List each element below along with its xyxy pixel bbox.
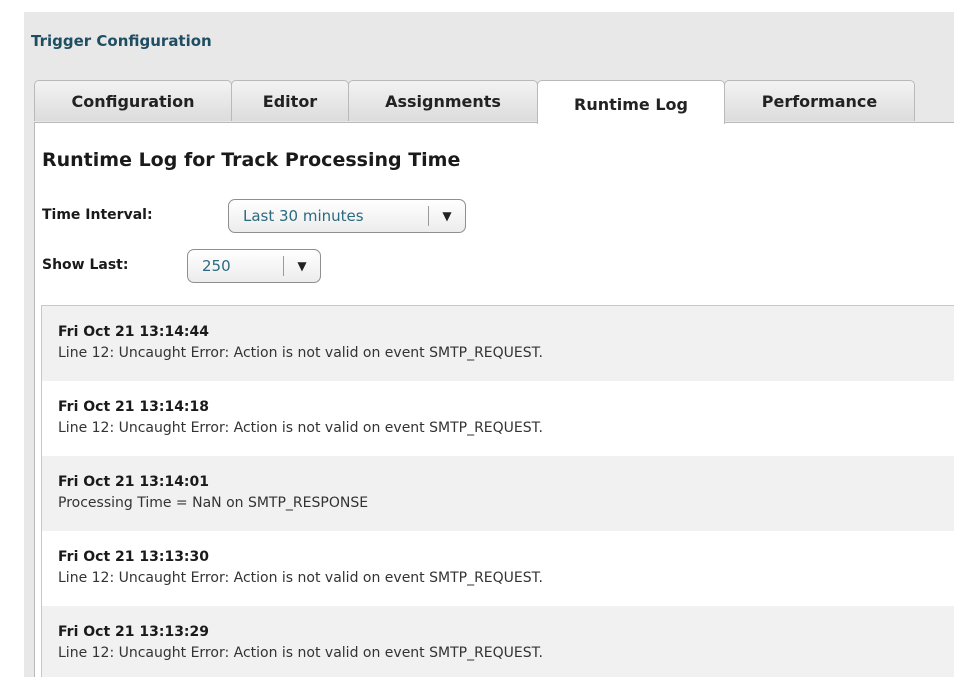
log-entry: Fri Oct 21 13:14:01 Processing Time = Na… [42,456,954,531]
log-entry: Fri Oct 21 13:14:18 Line 12: Uncaught Er… [42,381,954,456]
tab-runtime-log[interactable]: Runtime Log [537,80,725,124]
trigger-configuration-panel: Trigger Configuration Configuration Edit… [24,12,954,677]
log-timestamp: Fri Oct 21 13:14:18 [58,399,210,415]
log-timestamp: Fri Oct 21 13:14:44 [58,324,210,340]
show-last-select[interactable]: 250 ▼ [187,249,321,283]
log-message: Processing Time = NaN on SMTP_RESPONSE [58,495,369,511]
tab-label: Performance [761,91,878,111]
log-list[interactable]: Fri Oct 21 13:14:44 Line 12: Uncaught Er… [41,305,954,677]
log-timestamp: Fri Oct 21 13:13:29 [58,624,210,640]
panel-title: Trigger Configuration [31,32,212,50]
triangle-down-icon: ▼ [442,209,452,223]
log-entry: Fri Oct 21 13:13:29 Line 12: Uncaught Er… [42,606,954,677]
tab-assignments[interactable]: Assignments [348,80,538,121]
log-timestamp: Fri Oct 21 13:13:30 [58,549,210,565]
show-last-value: 250 [202,257,231,275]
tab-label: Runtime Log [574,95,688,114]
tab-configuration[interactable]: Configuration [34,80,232,121]
log-message: Line 12: Uncaught Error: Action is not v… [58,645,543,661]
tab-editor[interactable]: Editor [231,80,349,121]
time-interval-value: Last 30 minutes [243,207,364,225]
log-message: Line 12: Uncaught Error: Action is not v… [58,570,543,586]
tab-performance[interactable]: Performance [724,80,915,121]
log-message: Line 12: Uncaught Error: Action is not v… [58,345,543,361]
show-last-label: Show Last: [42,257,129,273]
log-message: Line 12: Uncaught Error: Action is not v… [58,420,543,436]
tab-label: Editor [262,91,318,111]
time-interval-select[interactable]: Last 30 minutes ▼ [228,199,466,233]
time-interval-label: Time Interval: [42,207,153,223]
page-title: Runtime Log for Track Processing Time [42,149,461,171]
tab-label: Configuration [71,91,195,111]
log-timestamp: Fri Oct 21 13:14:01 [58,474,210,490]
log-entry: Fri Oct 21 13:13:30 Line 12: Uncaught Er… [42,531,954,606]
runtime-log-content: Runtime Log for Track Processing Time Ti… [34,122,954,677]
tab-label: Assignments [385,91,501,111]
log-entry: Fri Oct 21 13:14:44 Line 12: Uncaught Er… [42,306,954,381]
triangle-down-icon: ▼ [297,259,307,273]
tab-bar: Configuration Editor Assignments Runtime… [34,80,954,124]
